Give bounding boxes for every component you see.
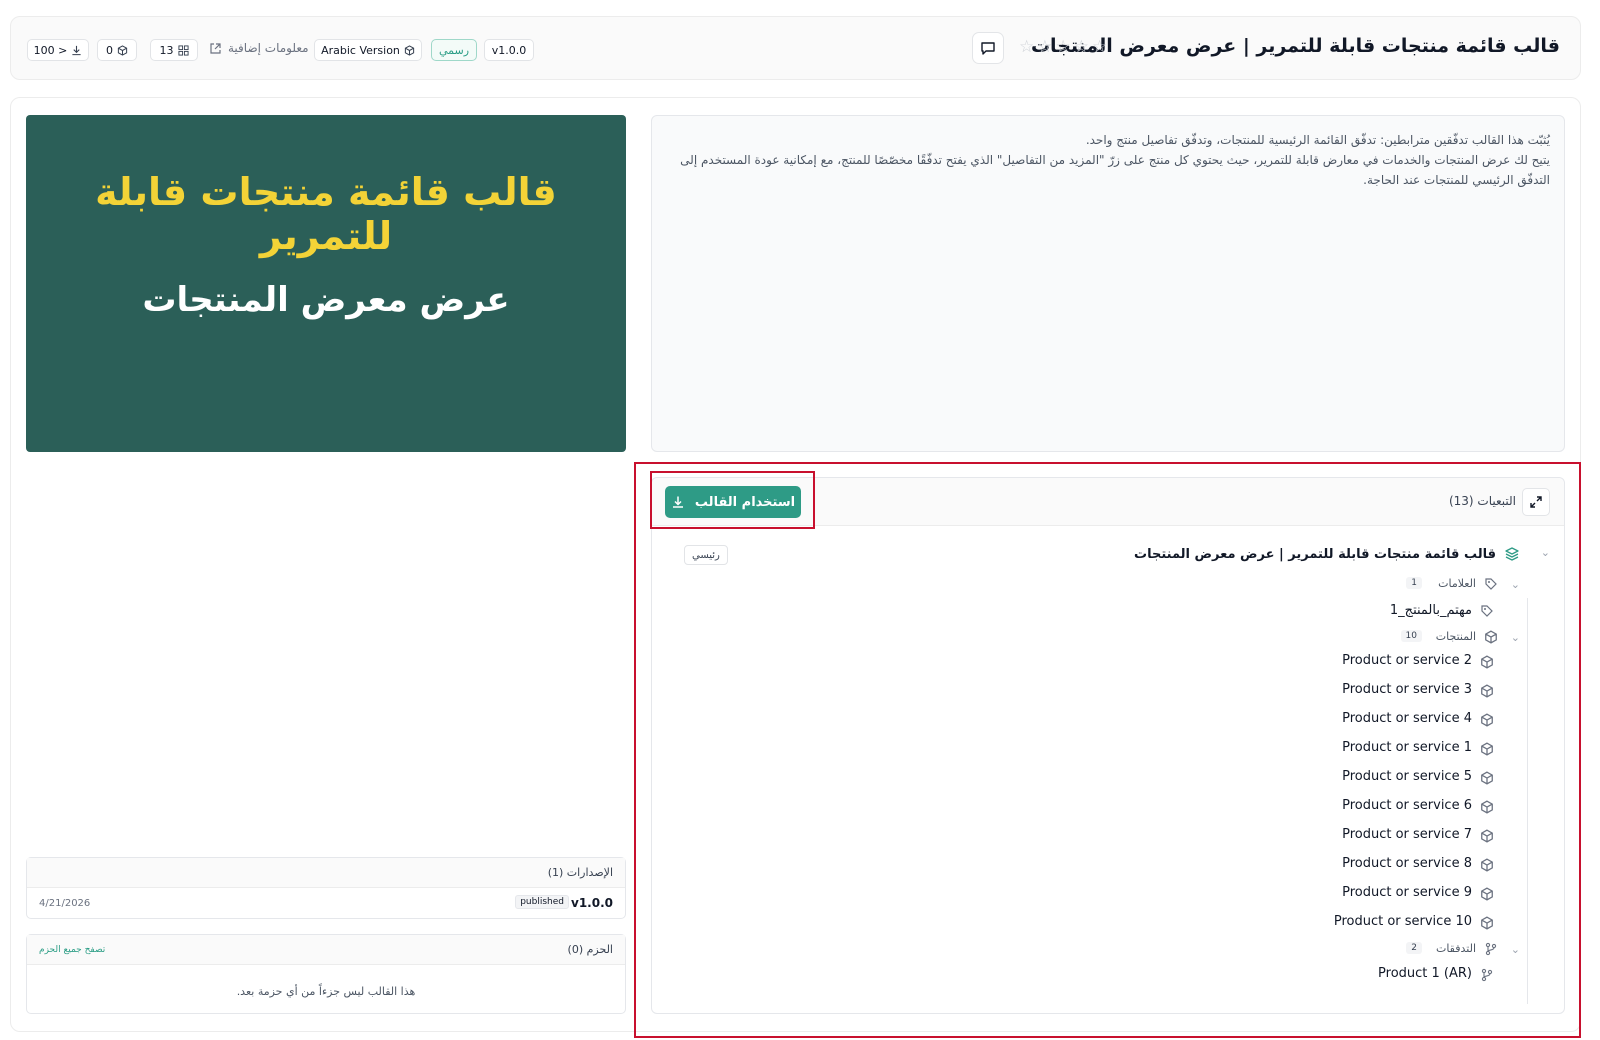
downloads-chip: 100 > — [27, 39, 89, 61]
version-label: v1.0.0 — [491, 43, 527, 57]
star-icon[interactable]: ☆ — [1056, 39, 1071, 56]
page-title: قالب قائمة منتجات قابلة للتمرير | عرض مع… — [1030, 35, 1560, 57]
description-line: يُثبّت هذا القالب تدفّقين مترابطين: تدفّ… — [1085, 133, 1550, 147]
items-count-chip: 13 — [150, 39, 198, 61]
items-count: 13 — [159, 43, 174, 57]
extra-info-link[interactable]: معلومات إضافية — [209, 41, 309, 55]
official-badge: رسمي — [431, 39, 477, 61]
rating-stars[interactable]: ☆ ☆ ☆ ☆ ☆ — [1019, 39, 1107, 56]
preview-title: قالب قائمة منتجات قابلة للتمرير — [95, 170, 557, 258]
packs-header: الحزم (0) تصفح جميع الحزم — [27, 935, 625, 965]
star-icon[interactable]: ☆ — [1074, 39, 1089, 56]
versions-title: الإصدارات (1) — [547, 866, 613, 879]
packs-title: الحزم (0) — [567, 943, 613, 956]
description-text: يُثبّت هذا القالب تدفّقين مترابطين: تدفّ… — [680, 130, 1550, 190]
version-date: 4/21/2026 — [39, 898, 91, 909]
star-icon[interactable]: ☆ — [1037, 39, 1052, 56]
downloads-count: 100 > — [33, 43, 68, 57]
header-bar: قالب قائمة منتجات قابلة للتمرير | عرض مع… — [10, 16, 1581, 80]
language-label: Arabic Version — [321, 43, 400, 57]
dependencies-highlight-box — [634, 462, 1581, 1038]
comment-icon — [981, 42, 995, 55]
download-icon — [72, 45, 81, 55]
description-line: يتيح لك عرض المنتجات والخدمات في معارض ق… — [680, 153, 1550, 187]
version-name[interactable]: v1.0.0 — [571, 896, 613, 910]
version-chip: v1.0.0 — [484, 39, 534, 61]
extra-info-label: معلومات إضافية — [228, 41, 309, 55]
comment-button[interactable] — [972, 32, 1004, 64]
cube-icon — [404, 44, 415, 56]
versions-section: الإصدارات (1) v1.0.0 published 4/21/2026 — [26, 857, 626, 919]
template-preview-image: قالب قائمة منتجات قابلة للتمرير عرض معرض… — [26, 115, 626, 452]
packs-empty-text: هذا القالب ليس جزءاً من أي حزمة بعد. — [236, 985, 416, 998]
description-box: يُثبّت هذا القالب تدفّقين مترابطين: تدفّ… — [651, 115, 1565, 452]
star-icon[interactable]: ☆ — [1019, 39, 1034, 56]
external-link-icon — [210, 42, 221, 54]
star-icon[interactable]: ☆ — [1092, 39, 1107, 56]
packages-count-chip: 0 — [97, 39, 137, 61]
packs-section: الحزم (0) تصفح جميع الحزم هذا القالب ليس… — [26, 934, 626, 1014]
official-label: رسمي — [438, 43, 470, 57]
browse-packs-link[interactable]: تصفح جميع الحزم — [39, 945, 105, 955]
packages-count: 0 — [106, 43, 113, 57]
preview-subtitle: عرض معرض المنتجات — [142, 280, 510, 320]
use-template-highlight-box — [650, 471, 815, 529]
versions-header: الإصدارات (1) — [27, 858, 625, 888]
grid-icon — [177, 44, 189, 56]
language-chip[interactable]: Arabic Version — [314, 39, 422, 61]
version-status-badge: published — [515, 895, 569, 909]
package-icon — [117, 44, 128, 56]
